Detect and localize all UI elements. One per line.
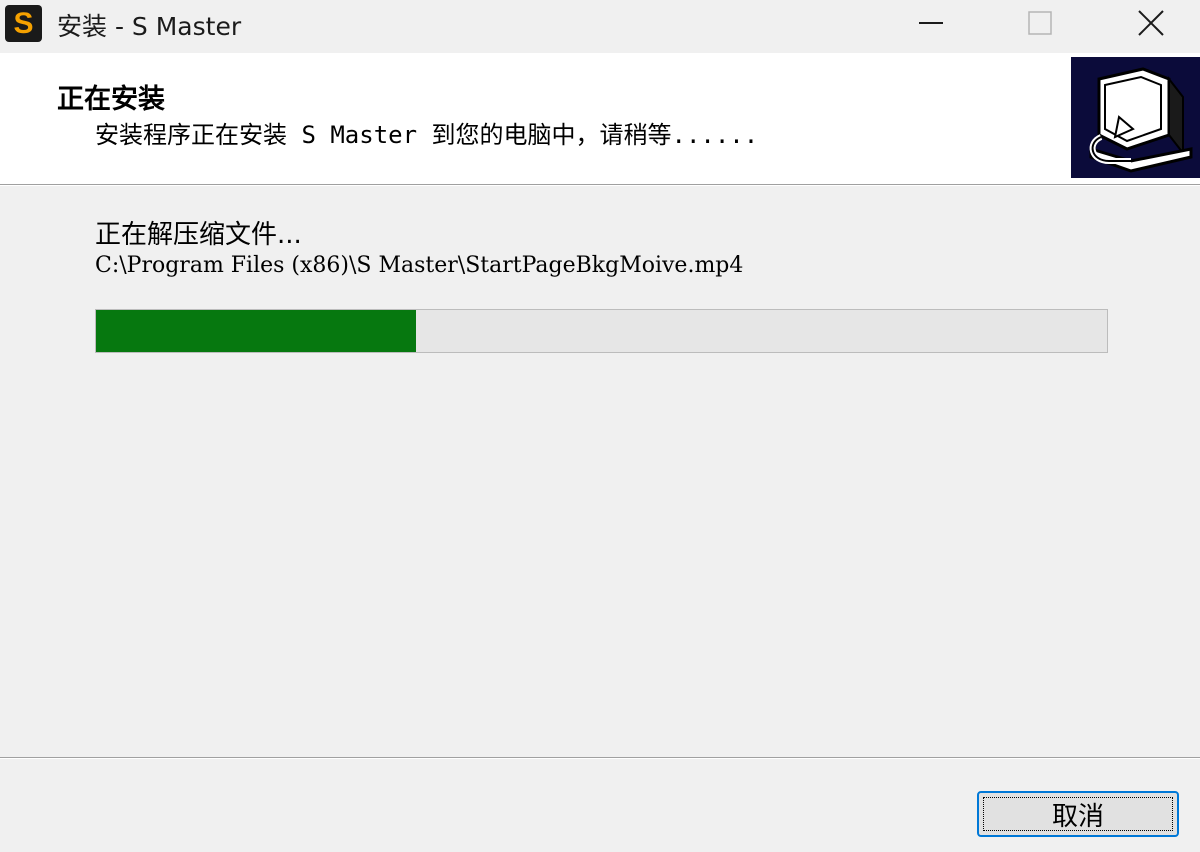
footer-separator <box>0 757 1200 759</box>
maximize-icon <box>1028 11 1052 35</box>
cancel-button[interactable]: 取消 <box>977 791 1179 837</box>
page-subtitle: 安装程序正在安装 S Master 到您的电脑中，请稍等...... <box>95 121 759 149</box>
header-separator <box>0 184 1200 186</box>
app-icon-letter: S <box>13 6 34 40</box>
title-bar: S 安装 - S Master <box>0 0 1200 50</box>
installer-computer-icon <box>1071 57 1200 178</box>
close-icon <box>1138 10 1164 36</box>
maximize-button <box>1005 0 1075 46</box>
page-title: 正在安装 <box>57 84 165 115</box>
close-button[interactable] <box>1116 0 1186 46</box>
s-master-app-icon: S <box>5 5 42 42</box>
minimize-icon <box>919 22 943 24</box>
progress-bar-fill <box>96 310 417 352</box>
status-text: 正在解压缩文件... <box>95 220 302 250</box>
minimize-button[interactable] <box>896 0 966 46</box>
progress-bar <box>95 309 1108 353</box>
window-title: 安装 - S Master <box>57 12 242 41</box>
wizard-header: 正在安装 安装程序正在安装 S Master 到您的电脑中，请稍等...... <box>0 53 1200 184</box>
current-file-path: C:\Program Files (x86)\S Master\StartPag… <box>95 253 744 278</box>
